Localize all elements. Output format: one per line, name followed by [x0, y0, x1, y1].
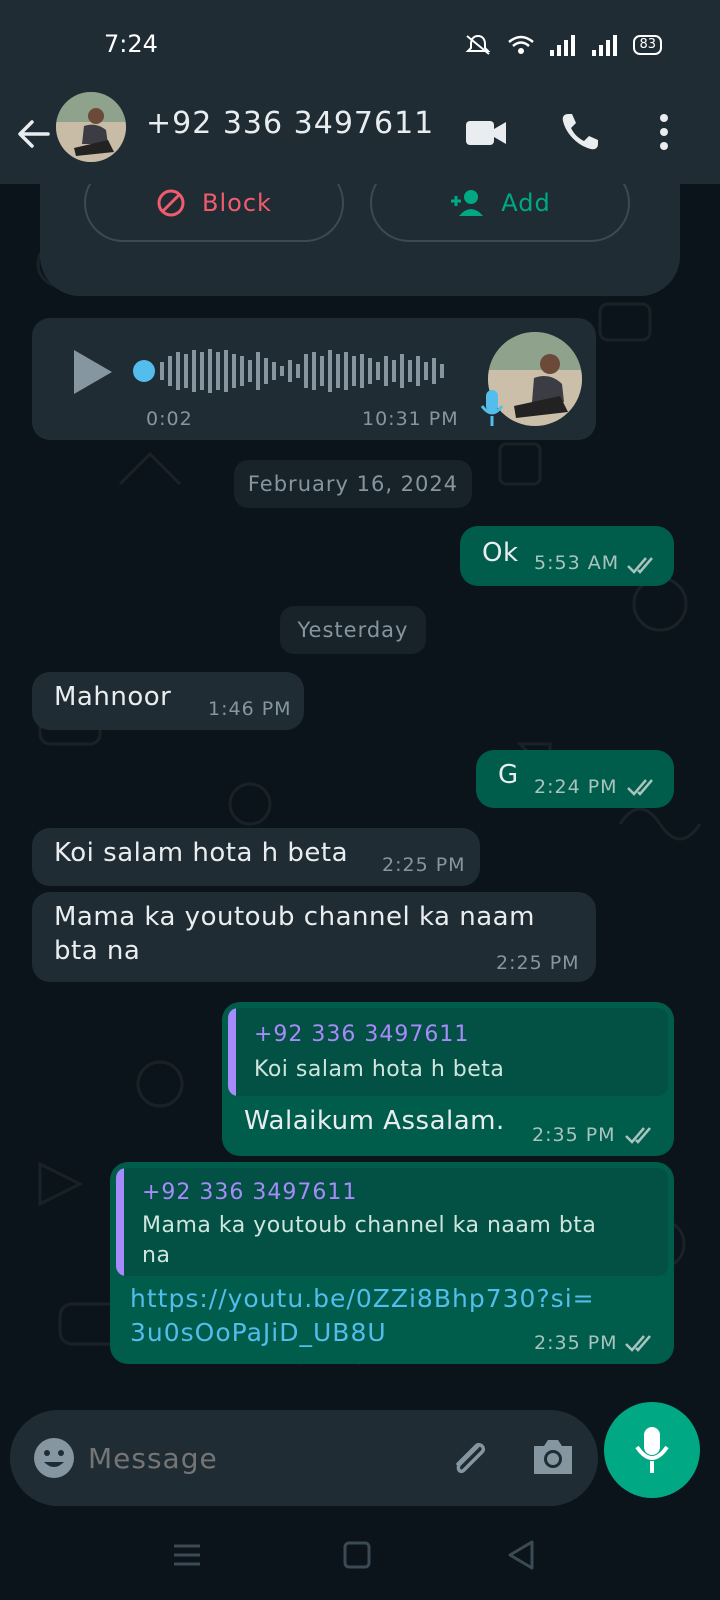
message-input-bar: [10, 1410, 598, 1506]
message-time: 2:25 PM: [496, 952, 580, 974]
date-chip: Yesterday: [280, 606, 426, 654]
message-bubble-out[interactable]: G 2:24 PM: [476, 750, 674, 808]
block-label: Block: [202, 189, 272, 217]
status-bar: 7:24 83: [0, 0, 720, 88]
nav-back-icon[interactable]: [504, 1538, 538, 1572]
voice-note-bubble[interactable]: 0:02 10:31 PM: [32, 318, 596, 440]
status-icons: 83: [463, 33, 662, 57]
message-text: Mahnoor: [54, 682, 172, 712]
message-text-line1: Mama ka youtoub channel ka naam: [54, 902, 535, 932]
chat-area[interactable]: Block Add 0:02 10:31 PM February 16, 202…: [0, 184, 720, 1416]
block-icon: [157, 189, 185, 217]
battery-indicator: 83: [633, 35, 662, 55]
quote-text-line1: Mama ka youtoub channel ka naam bta: [142, 1213, 597, 1238]
quoted-message[interactable]: +92 336 3497611 Mama ka youtoub channel …: [116, 1168, 668, 1276]
nav-menu-icon[interactable]: [170, 1540, 204, 1570]
nav-home-icon[interactable]: [340, 1538, 374, 1572]
message-input[interactable]: [88, 1428, 428, 1488]
youtube-link-line1[interactable]: https://youtu.be/0ZZi8Bhp730?si=: [130, 1282, 595, 1316]
message-text: G: [498, 760, 519, 790]
double-tick-icon: [625, 1127, 651, 1144]
reply-bubble-out[interactable]: +92 336 3497611 Koi salam hota h beta Wa…: [222, 1002, 674, 1156]
wifi-icon: [508, 35, 535, 54]
message-time: 2:35 PM: [532, 1124, 616, 1146]
voice-time: 10:31 PM: [362, 408, 459, 430]
double-tick-icon: [627, 779, 653, 796]
quote-bar: [228, 1008, 236, 1096]
quoted-message[interactable]: +92 336 3497611 Koi salam hota h beta: [228, 1008, 668, 1096]
message-text-line2: bta na: [54, 936, 141, 966]
message-bubble-out[interactable]: Ok 5:53 AM: [460, 526, 674, 586]
contact-name[interactable]: +92 336 3497611: [146, 106, 434, 141]
system-nav-bar: [0, 1510, 720, 1600]
message-bubble-in[interactable]: Mama ka youtoub channel ka naam bta na 2…: [32, 892, 596, 982]
quote-bar: [116, 1168, 124, 1276]
reply-bubble-out[interactable]: +92 336 3497611 Mama ka youtoub channel …: [110, 1162, 674, 1364]
signal-icon-2: [592, 35, 618, 56]
phone-icon[interactable]: [556, 108, 604, 156]
message-time: 1:46 PM: [208, 698, 292, 720]
add-contact-icon: [451, 190, 484, 216]
message-time: 2:25 PM: [382, 854, 466, 876]
quote-text-line2: na: [142, 1243, 171, 1268]
play-icon[interactable]: [70, 348, 116, 396]
message-text: Ok: [482, 538, 519, 568]
youtube-link-line2[interactable]: 3u0sOoPaJiD_UB8U: [130, 1316, 387, 1350]
message-text: Walaikum Assalam.: [244, 1106, 505, 1136]
quote-sender: +92 336 3497611: [142, 1180, 358, 1205]
attach-icon[interactable]: [446, 1434, 494, 1482]
message-time: 2:24 PM: [534, 776, 618, 798]
video-call-icon[interactable]: [462, 108, 510, 156]
quote-text: Koi salam hota h beta: [254, 1057, 505, 1082]
add-label: Add: [501, 189, 551, 217]
mute-icon: [466, 34, 491, 55]
message-time: 2:35 PM: [534, 1332, 618, 1354]
back-arrow-icon[interactable]: [14, 114, 54, 154]
message-bubble-in[interactable]: Koi salam hota h beta 2:25 PM: [32, 828, 480, 886]
double-tick-icon: [627, 557, 653, 574]
camera-icon[interactable]: [530, 1434, 576, 1480]
mic-icon: [635, 1427, 669, 1473]
unknown-contact-card: Block Add: [40, 184, 680, 296]
voice-duration: 0:02: [146, 408, 193, 430]
message-text: Koi salam hota h beta: [54, 838, 349, 868]
mic-icon: [480, 390, 504, 426]
quote-sender: +92 336 3497611: [254, 1022, 470, 1047]
message-bubble-in[interactable]: Mahnoor 1:46 PM: [32, 672, 304, 730]
voice-waveform[interactable]: [132, 346, 452, 396]
add-contact-button[interactable]: Add: [370, 184, 630, 242]
voice-record-button[interactable]: [604, 1402, 700, 1498]
contact-avatar[interactable]: [56, 92, 126, 162]
message-time: 5:53 AM: [534, 552, 620, 574]
more-options-icon[interactable]: [640, 108, 688, 156]
signal-icon: [550, 35, 576, 56]
emoji-icon[interactable]: [32, 1436, 76, 1480]
status-time: 7:24: [104, 30, 158, 58]
double-tick-icon: [625, 1335, 651, 1352]
date-chip: February 16, 2024: [234, 460, 472, 508]
chat-header: +92 336 3497611: [0, 88, 720, 184]
block-button[interactable]: Block: [84, 184, 344, 242]
